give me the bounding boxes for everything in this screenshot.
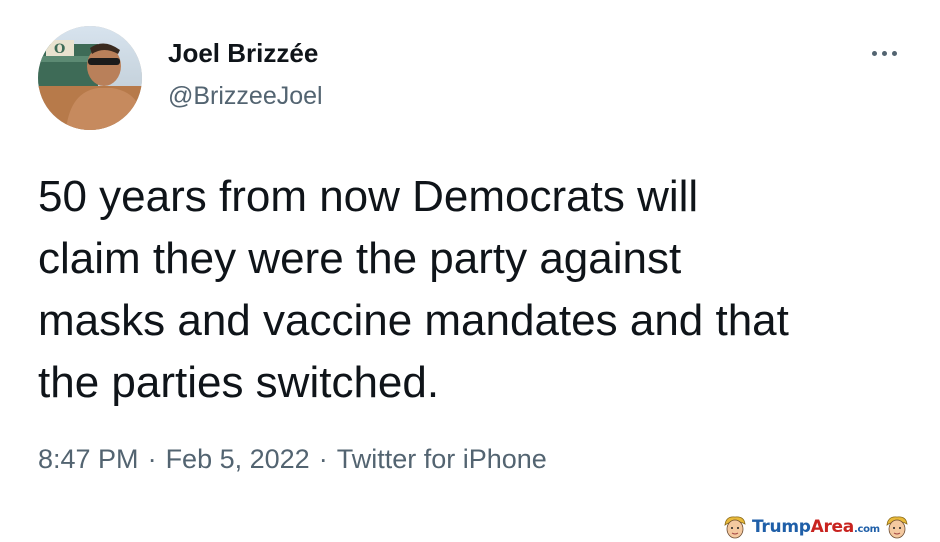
- tweet-time[interactable]: 8:47 PM: [38, 444, 139, 474]
- display-name[interactable]: Joel Brizzée: [168, 38, 318, 69]
- user-handle[interactable]: @BrizzeeJoel: [168, 82, 323, 111]
- tweet-metadata: 8:47 PM · Feb 5, 2022 · Twitter for iPhone: [38, 444, 547, 475]
- trump-face-icon: [724, 516, 746, 539]
- watermark-brand-1: Trump: [752, 517, 811, 537]
- watermark-brand-2: Area: [810, 517, 855, 537]
- svg-text:O: O: [54, 42, 65, 57]
- meta-separator: ·: [147, 444, 157, 474]
- watermark-text: TrumpArea.com: [752, 517, 880, 537]
- more-horizontal-icon: [871, 50, 877, 56]
- more-horizontal-icon: [891, 50, 897, 56]
- avatar[interactable]: O: [38, 26, 142, 130]
- tweet-text: 50 years from now Democrats will claim t…: [38, 166, 918, 414]
- tweet-source[interactable]: Twitter for iPhone: [337, 444, 547, 474]
- watermark: TrumpArea.com: [722, 512, 910, 542]
- meta-separator: ·: [318, 444, 328, 474]
- trump-face-icon: [886, 516, 908, 539]
- tweet-date[interactable]: Feb 5, 2022: [166, 444, 310, 474]
- profile-photo: O: [38, 26, 142, 130]
- more-horizontal-icon: [881, 50, 887, 56]
- tweet-text-line: 50 years from now Democrats will: [38, 172, 699, 221]
- tweet-text-line: claim they were the party against: [38, 234, 682, 283]
- tweet-card: O Joel Brizzée @BrizzeeJoel 50 years fro…: [0, 0, 940, 542]
- tweet-text-line: the parties switched.: [38, 358, 440, 407]
- tweet-text-line: masks and vaccine mandates and that: [38, 296, 789, 345]
- watermark-suffix: .com: [853, 524, 880, 535]
- more-options-button[interactable]: [862, 40, 906, 66]
